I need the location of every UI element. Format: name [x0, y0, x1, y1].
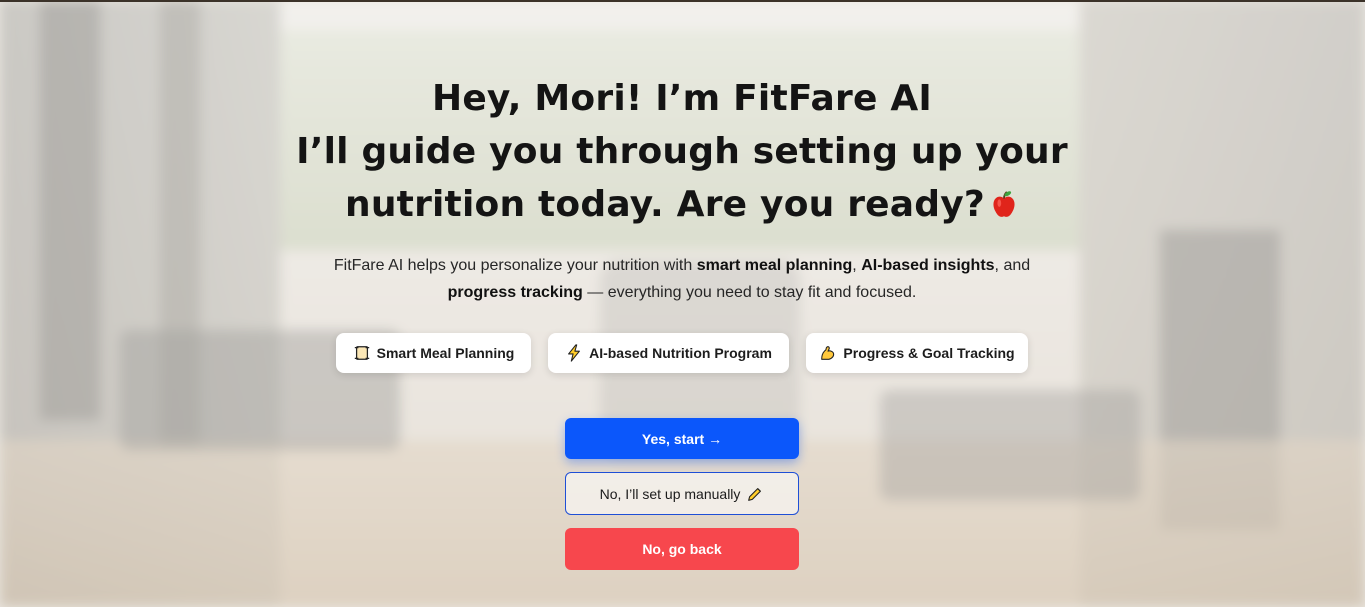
onboarding-panel: Hey, Mori! I’m FitFare AI I’ll guide you…: [0, 0, 1365, 607]
desc-text-2: — everything you need to stay fit and fo…: [582, 284, 917, 301]
pencil-icon: [748, 487, 762, 501]
title-line-3: nutrition today. Are you ready?: [345, 184, 985, 225]
setup-manually-button[interactable]: No, I’ll set up manually: [565, 472, 799, 515]
desc-text-1: FitFare AI helps you personalize your nu…: [333, 257, 697, 274]
feature-chip-progress-tracking: Progress & Goal Tracking: [806, 333, 1028, 373]
page-title: Hey, Mori! I’m FitFare AI I’ll guide you…: [282, 72, 1082, 231]
yes-start-label: Yes, start →: [641, 430, 723, 447]
go-back-label: No, go back: [642, 541, 722, 557]
apple-icon: [993, 191, 1015, 217]
flexed-bicep-icon: [821, 346, 835, 360]
feature-chip-ai-program: AI-based Nutrition Program: [548, 333, 789, 373]
desc-bold-meal-planning: smart meal planning: [696, 257, 853, 274]
yes-start-button[interactable]: Yes, start →: [565, 418, 799, 459]
setup-manually-label: No, I’ll set up manually: [599, 485, 741, 502]
title-line-2: I’ll guide you through setting up your: [296, 131, 1068, 172]
lightning-icon: [568, 344, 581, 362]
feature-label: Smart Meal Planning: [376, 345, 515, 361]
desc-sep-2: , and: [994, 257, 1031, 274]
desc-sep-1: ,: [852, 257, 862, 274]
desc-bold-progress-tracking: progress tracking: [447, 284, 583, 301]
title-line-1: Hey, Mori! I’m FitFare AI: [431, 78, 933, 119]
intro-description: FitFare AI helps you personalize your nu…: [282, 252, 1082, 306]
desc-bold-ai-insights: AI-based insights: [861, 257, 995, 274]
feature-label: AI-based Nutrition Program: [589, 345, 772, 361]
go-back-button[interactable]: No, go back: [565, 528, 799, 570]
scroll-icon: [354, 346, 369, 360]
feature-chip-meal-planning: Smart Meal Planning: [336, 333, 531, 373]
feature-label: Progress & Goal Tracking: [843, 345, 1015, 361]
